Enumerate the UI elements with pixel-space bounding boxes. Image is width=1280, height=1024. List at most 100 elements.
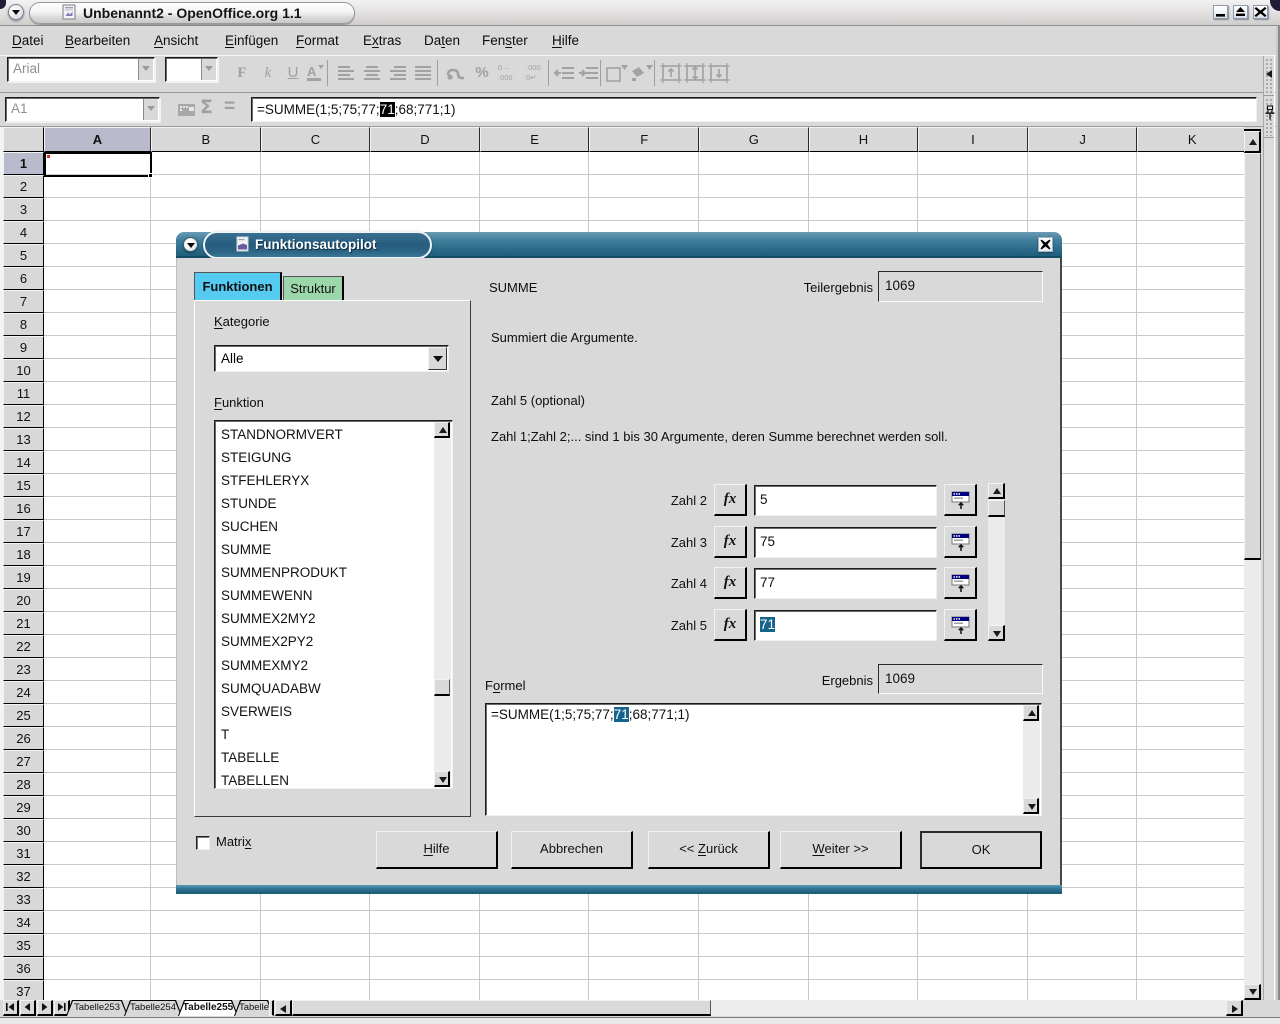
column-header-k[interactable]: K [1137, 127, 1244, 152]
scroll-up-button[interactable] [988, 483, 1005, 499]
row-header-3[interactable]: 3 [3, 198, 44, 221]
row-header-13[interactable]: 13 [3, 428, 44, 451]
formula-textarea[interactable]: =SUMME(1;5;75;77;71;68;771;1) [485, 703, 1042, 816]
row-header-1[interactable]: 1 [3, 152, 44, 175]
function-item-summenprodukt[interactable]: SUMMENPRODUKT [217, 561, 427, 584]
scroll-left-button[interactable] [275, 1000, 292, 1016]
align-justify-icon[interactable] [411, 61, 435, 85]
align-center-vertical-icon[interactable] [682, 61, 708, 85]
hide-toolbar-arrow-icon[interactable] [1266, 70, 1272, 78]
borders-icon[interactable] [604, 61, 630, 85]
category-combobox[interactable]: Alle [214, 345, 449, 372]
row-header-31[interactable]: 31 [3, 842, 44, 865]
function-list-scrollbar[interactable] [434, 422, 451, 787]
function-item-summex2my2[interactable]: SUMMEX2MY2 [217, 607, 427, 630]
row-header-25[interactable]: 25 [3, 704, 44, 727]
cell-name-box[interactable]: A1 [5, 97, 160, 122]
column-header-c[interactable]: C [261, 127, 371, 152]
name-box-dropdown-button[interactable] [143, 99, 158, 120]
next-button[interactable]: Weiter >> [780, 831, 902, 869]
argument-input[interactable]: 75 [754, 527, 937, 558]
row-header-26[interactable]: 26 [3, 727, 44, 750]
row-header-18[interactable]: 18 [3, 543, 44, 566]
column-header-j[interactable]: J [1028, 127, 1138, 152]
tab-funktionen[interactable]: Funktionen [194, 272, 282, 301]
function-item-sverweis[interactable]: SVERWEIS [217, 700, 427, 723]
function-item-standnormvert[interactable]: STANDNORMVERT [217, 423, 427, 446]
background-color-icon[interactable] [629, 61, 655, 85]
row-header-10[interactable]: 10 [3, 359, 44, 382]
number-add-decimal-icon[interactable]: 0→.000 [496, 61, 522, 85]
function-item-steigung[interactable]: STEIGUNG [217, 446, 427, 469]
column-header-f[interactable]: F [589, 127, 699, 152]
row-header-37[interactable]: 37 [3, 980, 44, 1000]
font-name-dropdown-button[interactable] [138, 59, 153, 80]
shrink-button[interactable] [944, 567, 977, 599]
vertical-scrollbar[interactable] [1244, 129, 1261, 1000]
row-header-21[interactable]: 21 [3, 612, 44, 635]
row-header-35[interactable]: 35 [3, 934, 44, 957]
menu-fenster[interactable]: Fenster [482, 27, 528, 55]
back-button[interactable]: << Zurück [648, 831, 770, 869]
function-item-suchen[interactable]: SUCHEN [217, 515, 427, 538]
ok-button[interactable]: OK [920, 831, 1042, 869]
align-bottom-icon[interactable] [706, 61, 732, 85]
align-left-icon[interactable] [334, 61, 358, 85]
maximize-button[interactable] [1233, 5, 1248, 19]
function-item-summe[interactable]: SUMME [217, 538, 427, 561]
row-header-23[interactable]: 23 [3, 658, 44, 681]
row-header-33[interactable]: 33 [3, 888, 44, 911]
scroll-down-button[interactable] [988, 625, 1005, 641]
number-percent-icon[interactable]: % [470, 61, 494, 85]
horizontal-scroll-thumb[interactable] [292, 1000, 711, 1016]
argument-scrollbar[interactable] [988, 483, 1005, 641]
function-item-tabellen[interactable]: TABELLEN [217, 769, 427, 792]
number-currency-icon[interactable] [444, 61, 468, 85]
row-header-8[interactable]: 8 [3, 313, 44, 336]
minimize-button[interactable] [1213, 5, 1228, 19]
row-header-12[interactable]: 12 [3, 405, 44, 428]
menu-datei[interactable]: Datei [12, 27, 44, 55]
scroll-down-button[interactable] [1023, 798, 1039, 814]
dialog-close-button[interactable] [1038, 237, 1053, 252]
decrease-indent-icon[interactable] [551, 61, 577, 85]
menu-extras[interactable]: Extras [363, 27, 401, 55]
function-item-stunde[interactable]: STUNDE [217, 492, 427, 515]
row-header-27[interactable]: 27 [3, 750, 44, 773]
function-listbox[interactable]: STANDNORMVERTSTEIGUNGSTFEHLERYXSTUNDESUC… [214, 420, 453, 789]
align-right-icon[interactable] [386, 61, 410, 85]
row-header-14[interactable]: 14 [3, 451, 44, 474]
row-header-16[interactable]: 16 [3, 497, 44, 520]
row-header-24[interactable]: 24 [3, 681, 44, 704]
font-size-dropdown-button[interactable] [201, 59, 216, 80]
sheet-tab-tabelle253[interactable]: Tabelle253 [66, 1000, 128, 1016]
row-header-36[interactable]: 36 [3, 957, 44, 980]
row-header-34[interactable]: 34 [3, 911, 44, 934]
row-header-30[interactable]: 30 [3, 819, 44, 842]
column-header-d[interactable]: D [370, 127, 480, 152]
pin-icon[interactable] [1263, 105, 1277, 127]
tab-scrollbar-splitter[interactable] [269, 1000, 274, 1016]
row-header-20[interactable]: 20 [3, 589, 44, 612]
align-top-icon[interactable] [658, 61, 684, 85]
vertical-scroll-thumb[interactable] [1244, 153, 1261, 560]
menu-daten[interactable]: Daten [424, 27, 460, 55]
underline-icon[interactable]: U [281, 61, 305, 85]
row-header-19[interactable]: 19 [3, 566, 44, 589]
fx-button[interactable]: fx [714, 526, 747, 558]
font-name-combo[interactable]: Arial [7, 57, 155, 82]
function-icon[interactable]: = [224, 96, 242, 116]
row-header-4[interactable]: 4 [3, 221, 44, 244]
row-header-2[interactable]: 2 [3, 175, 44, 198]
cancel-button[interactable]: Abbrechen [511, 831, 633, 869]
fx-button[interactable]: fx [714, 567, 747, 599]
argument-input[interactable]: 77 [754, 568, 937, 599]
category-dropdown-button[interactable] [428, 347, 447, 370]
menu-ansicht[interactable]: Ansicht [154, 27, 198, 55]
menu-bearbeiten[interactable]: Bearbeiten [65, 27, 130, 55]
window-menu-button[interactable] [8, 4, 24, 20]
font-color-icon[interactable]: A [303, 61, 329, 85]
column-header-e[interactable]: E [480, 127, 590, 152]
horizontal-scrollbar[interactable] [275, 1000, 1243, 1016]
row-header-15[interactable]: 15 [3, 474, 44, 497]
